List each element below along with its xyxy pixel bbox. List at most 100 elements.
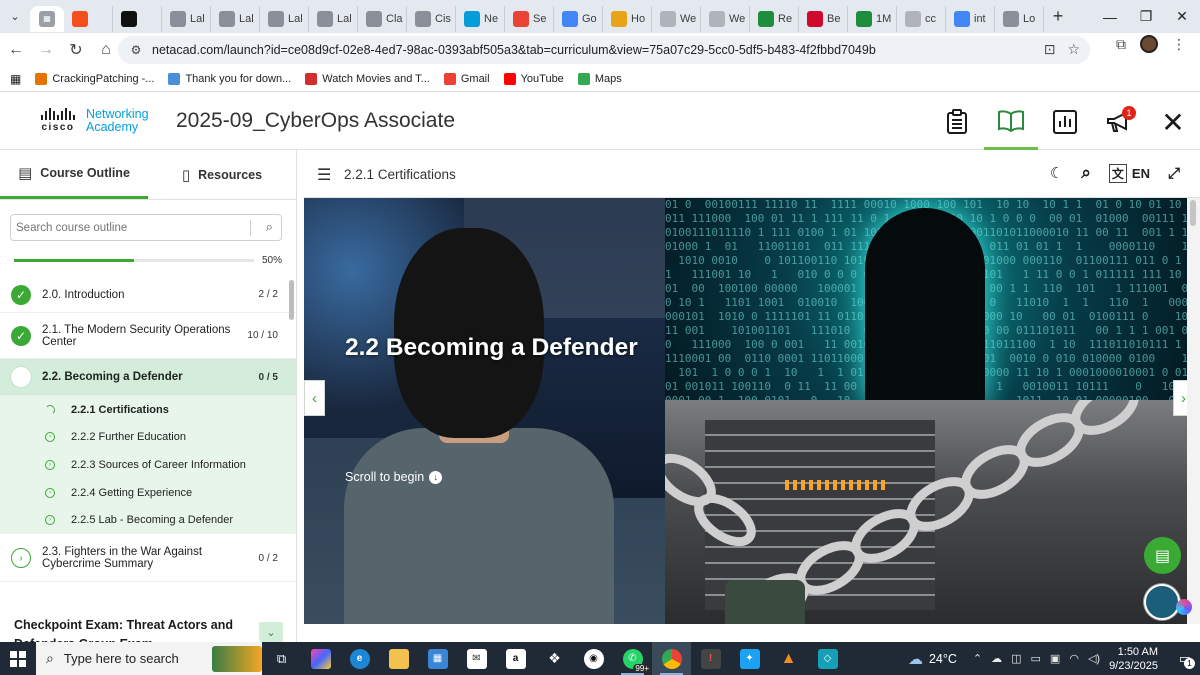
taskbar-app-github[interactable]: ◉ <box>574 642 613 675</box>
browser-tab[interactable]: Re <box>750 5 799 32</box>
back-icon[interactable]: ← <box>2 36 30 64</box>
chevron-up-icon[interactable]: ⌃ <box>973 652 982 665</box>
apps-grid-icon[interactable]: ▦ <box>10 72 21 86</box>
module-row[interactable]: ✓ 2.0. Introduction 2 / 2 <box>0 277 296 313</box>
checkpoint-exam-title[interactable]: Checkpoint Exam: Threat Actors and Defen… <box>14 616 254 642</box>
collapse-menu-icon[interactable]: ☰ <box>317 165 331 185</box>
volume-icon[interactable]: ◁) <box>1088 652 1100 665</box>
browser-tab[interactable]: Ne <box>456 5 505 32</box>
bookmark-item[interactable]: CrackingPatching -... <box>35 72 154 85</box>
taskbar-app-unknown[interactable]: ! <box>691 642 730 675</box>
task-view-button[interactable]: ⧉ <box>262 642 301 675</box>
subitem-row[interactable]: 2.2.1 Certifications <box>0 396 296 424</box>
browser-tab[interactable] <box>64 5 113 32</box>
taskbar-app-explorer[interactable] <box>379 642 418 675</box>
course-content-button[interactable] <box>984 94 1038 150</box>
browser-tab-active[interactable]: ▦ <box>30 5 64 32</box>
assignments-button[interactable] <box>930 94 984 150</box>
sidebar-scrollbar[interactable] <box>289 280 294 320</box>
browser-tab[interactable]: Lal <box>309 5 358 32</box>
browser-tab[interactable]: int <box>946 5 995 32</box>
subitem-row[interactable]: › 2.2.4 Getting Experience <box>0 478 296 507</box>
language-selector[interactable]: 文 EN <box>1108 163 1150 183</box>
maximize-icon[interactable]: ❐ <box>1128 0 1164 33</box>
bookmark-item[interactable]: YouTube <box>503 72 564 85</box>
browser-tab[interactable]: We <box>701 5 750 32</box>
taskbar-app-mail[interactable]: ✉ <box>457 642 496 675</box>
news-widget-icon[interactable] <box>212 646 262 672</box>
subitem-row[interactable]: › 2.2.3 Sources of Career Information <box>0 451 296 479</box>
home-icon[interactable]: ⌂ <box>92 36 120 64</box>
bookmark-item[interactable]: Gmail <box>443 72 490 85</box>
url-text[interactable]: netacad.com/launch?id=ce08d9cf-02e8-4ed7… <box>152 43 1032 57</box>
system-clock[interactable]: 1:50 AM 9/23/2025 <box>1109 645 1158 673</box>
new-tab-button[interactable]: + <box>1044 4 1072 30</box>
previous-page-button[interactable]: ‹ <box>304 380 325 416</box>
taskbar-app-chrome[interactable] <box>652 642 691 675</box>
profile-avatar[interactable] <box>1140 35 1158 53</box>
extensions-icon[interactable]: ⧉ <box>1116 36 1126 53</box>
taskbar-app-copilot[interactable] <box>301 642 340 675</box>
browser-tab[interactable]: Lal <box>260 5 309 32</box>
announcements-button[interactable]: 1 <box>1092 94 1146 150</box>
tab-resources[interactable]: ▯ Resources <box>148 150 296 199</box>
display-icon[interactable]: ▣ <box>1050 652 1060 665</box>
install-app-icon[interactable]: ⊡ <box>1044 41 1056 58</box>
menu-kebab-icon[interactable]: ⋮ <box>1172 36 1186 53</box>
taskbar-app-edge[interactable]: e <box>340 642 379 675</box>
taskbar-app-store[interactable]: ▦ <box>418 642 457 675</box>
browser-tab[interactable]: 1M <box>848 5 897 32</box>
close-window-icon[interactable]: ✕ <box>1164 0 1200 33</box>
bookmark-item[interactable]: Thank you for down... <box>168 72 291 85</box>
browser-tab[interactable] <box>113 5 162 32</box>
bookmark-item[interactable]: Maps <box>577 72 622 85</box>
reload-icon[interactable]: ↻ <box>62 36 90 64</box>
chevron-down-icon[interactable]: ⌄ <box>259 622 283 642</box>
tab-search-dropdown[interactable]: ⌄ <box>0 0 30 33</box>
subitem-row[interactable]: › 2.2.2 Further Education <box>0 423 296 452</box>
browser-tab[interactable]: Be <box>799 5 848 32</box>
start-button[interactable] <box>0 642 36 675</box>
browser-tab[interactable]: Lo <box>995 5 1044 32</box>
scroll-to-begin[interactable]: Scroll to begin ↓ <box>345 470 443 484</box>
browser-tab[interactable]: We <box>652 5 701 32</box>
taskbar-app-twitter[interactable]: ✦ <box>730 642 769 675</box>
module-row-current[interactable]: 2.2. Becoming a Defender 0 / 5 <box>0 359 296 396</box>
ai-sparkle-icon[interactable] <box>1176 599 1192 615</box>
grades-button[interactable] <box>1038 94 1092 150</box>
browser-tab[interactable]: Lal <box>162 5 211 32</box>
battery-icon[interactable]: ▭ <box>1031 652 1041 665</box>
taskbar-app-vlc[interactable]: ▲ <box>769 642 808 675</box>
notes-button[interactable]: ▤ <box>1144 537 1181 574</box>
taskbar-app-dropbox[interactable]: ❖ <box>535 642 574 675</box>
browser-tab[interactable]: Go <box>554 5 603 32</box>
site-info-icon[interactable]: ⚙ <box>124 43 148 57</box>
address-bar[interactable]: ⚙ netacad.com/launch?id=ce08d9cf-02e8-4e… <box>118 36 1090 64</box>
browser-tab[interactable]: Ho <box>603 5 652 32</box>
close-course-button[interactable]: ✕ <box>1146 94 1200 150</box>
onedrive-icon[interactable]: ☁ <box>991 652 1002 665</box>
taskbar-app-vscode[interactable]: ◇ <box>808 642 847 675</box>
browser-tab[interactable]: Se <box>505 5 554 32</box>
browser-tab[interactable]: cc <box>897 5 946 32</box>
search-icon[interactable]: ⌕ <box>266 219 273 235</box>
network-icon[interactable]: ◫ <box>1011 652 1021 665</box>
browser-tab[interactable]: Cla <box>358 5 407 32</box>
notification-center-button[interactable]: ▭ 1 <box>1170 642 1200 675</box>
assistant-button[interactable] <box>1144 584 1180 620</box>
fullscreen-icon[interactable]: ⤢ <box>1168 165 1180 182</box>
module-row[interactable]: › 2.3. Fighters in the War Against Cyber… <box>0 536 296 582</box>
taskbar-app-whatsapp[interactable]: ✆ 99+ <box>613 642 652 675</box>
bookmark-item[interactable]: Watch Movies and T... <box>305 72 430 85</box>
subitem-row[interactable]: › 2.2.5 Lab - Becoming a Defender <box>0 506 296 534</box>
dark-mode-icon[interactable]: ☾ <box>1050 164 1063 182</box>
module-row[interactable]: ✓ 2.1. The Modern Security Operations Ce… <box>0 313 296 359</box>
minimize-icon[interactable]: — <box>1092 0 1128 33</box>
browser-tab[interactable]: Cis <box>407 5 456 32</box>
taskbar-app-amazon[interactable]: a <box>496 642 535 675</box>
scrollbar-thumb[interactable] <box>1190 200 1196 226</box>
bookmark-star-icon[interactable]: ☆ <box>1067 41 1080 58</box>
outline-search-input[interactable] <box>16 221 246 234</box>
weather-widget[interactable]: ☁ 24°C <box>908 650 957 668</box>
browser-tab[interactable]: Lal <box>211 5 260 32</box>
